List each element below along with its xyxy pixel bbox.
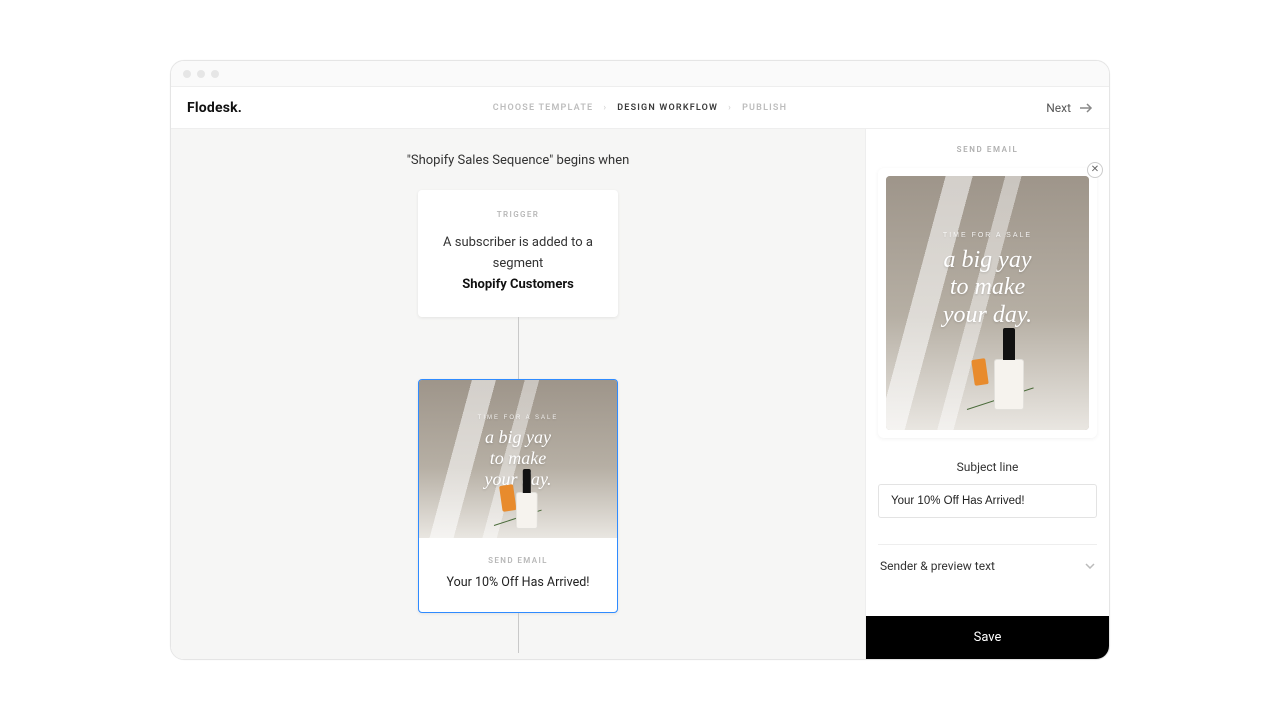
email-step-card[interactable]: Time for a sale a big yay to make your d… — [418, 379, 618, 613]
email-step-label: Send Email — [431, 556, 605, 565]
sender-preview-section[interactable]: Sender & preview text — [878, 544, 1097, 587]
workflow-title: "Shopify Sales Sequence" begins when — [407, 153, 630, 168]
next-label: Next — [1046, 101, 1071, 115]
window-dot — [197, 70, 205, 78]
window-dot — [183, 70, 191, 78]
window-dot — [211, 70, 219, 78]
step-design-workflow[interactable]: Design Workflow — [617, 103, 718, 113]
browser-window: Flodesk. Choose Template › Design Workfl… — [170, 60, 1110, 660]
arrow-right-icon — [1079, 103, 1093, 113]
step-publish[interactable]: Publish — [742, 103, 787, 113]
email-art-kicker: Time for a sale — [419, 415, 617, 421]
subject-line-label: Subject line — [878, 460, 1097, 474]
email-art-line: your day. — [886, 302, 1089, 330]
save-label: Save — [974, 630, 1002, 645]
chevron-down-icon — [1085, 563, 1095, 569]
trigger-label: Trigger — [436, 210, 600, 219]
email-step-subject: Your 10% Off Has Arrived! — [431, 575, 605, 590]
email-art-line: to make — [886, 274, 1089, 302]
window-chrome — [171, 61, 1109, 87]
email-art-kicker: Time for a sale — [886, 232, 1089, 239]
next-button[interactable]: Next — [1046, 101, 1093, 115]
email-preview-large: Time for a sale a big yay to make your d… — [886, 176, 1089, 430]
email-art-line: to make — [419, 448, 617, 469]
trigger-description: A subscriber is added to a segment — [443, 235, 593, 271]
save-button[interactable]: Save — [866, 616, 1109, 659]
subject-line-input[interactable] — [878, 484, 1097, 518]
brand-logo: Flodesk. — [187, 100, 242, 116]
close-icon: ✕ — [1091, 165, 1099, 175]
step-separator: › — [728, 103, 732, 113]
step-choose-template[interactable]: Choose Template — [493, 103, 594, 113]
panel-heading: Send Email — [878, 145, 1097, 154]
email-art-line: a big yay — [419, 427, 617, 448]
sender-preview-label: Sender & preview text — [880, 559, 995, 573]
close-preview-button[interactable]: ✕ — [1087, 162, 1103, 178]
app-header: Flodesk. Choose Template › Design Workfl… — [171, 87, 1109, 129]
email-settings-panel: Send Email ✕ Time for a sale a big yay — [865, 129, 1109, 659]
product-bottle-icon — [516, 469, 538, 529]
email-preview-wrap[interactable]: ✕ Time for a sale a big yay to make your… — [878, 168, 1097, 438]
progress-steps: Choose Template › Design Workflow › Publ… — [493, 103, 787, 113]
connector-line — [518, 317, 519, 379]
email-art-line: a big yay — [886, 247, 1089, 275]
workflow-canvas[interactable]: "Shopify Sales Sequence" begins when Tri… — [171, 129, 865, 659]
trigger-segment: Shopify Customers — [436, 275, 600, 296]
step-separator: › — [603, 103, 607, 113]
connector-line — [518, 613, 519, 653]
product-bottle-icon — [994, 328, 1024, 410]
email-thumbnail: Time for a sale a big yay to make your d… — [419, 380, 617, 538]
trigger-card[interactable]: Trigger A subscriber is added to a segme… — [418, 190, 618, 317]
